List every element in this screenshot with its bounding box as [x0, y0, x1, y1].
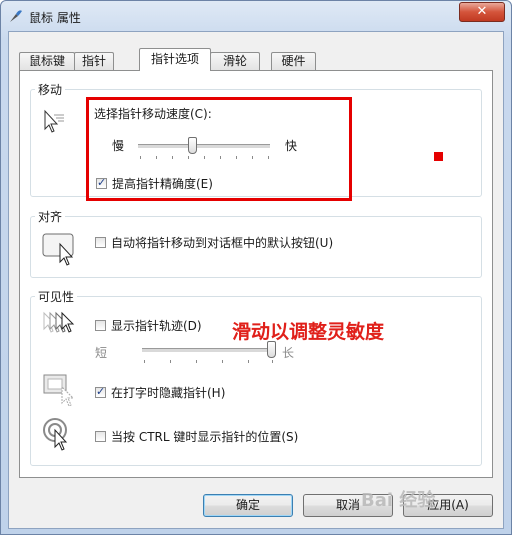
watermark-text: Bai 经验: [361, 490, 436, 511]
ctrl-location-label: 当按 CTRL 键时显示指针的位置(S): [111, 430, 299, 444]
ok-button[interactable]: 确定: [203, 494, 293, 517]
ctrl-location-checkbox[interactable]: [95, 431, 106, 442]
hide-typing-checkbox[interactable]: [95, 385, 106, 398]
pointer-speed-icon: [44, 109, 64, 133]
pointer-options-panel: 移动 选择指针移动速度(C): 慢 快 ✓ 提高指针精确度(E) 对齐 自动将指…: [19, 70, 493, 478]
trails-tick: [170, 360, 171, 363]
snap-checkbox[interactable]: [95, 237, 106, 248]
visibility-group-label: 可见性: [35, 288, 78, 305]
title-bar: 鼠标 属性 ✕: [1, 1, 511, 31]
trails-tick: [272, 360, 273, 363]
annotation-text: 滑动以调整灵敏度: [232, 321, 385, 343]
tab-buttons[interactable]: 鼠标键: [19, 52, 75, 70]
show-location-icon: [43, 418, 68, 451]
snap-label: 自动将指针移动到对话框中的默认按钮(U): [111, 236, 334, 250]
pointer-trails-icon: [43, 311, 75, 333]
dialog-body: 鼠标键 指针 指针选项 滑轮 硬件 移动 选择指针移动速度(C): 慢 快 ✓ …: [8, 31, 504, 529]
hide-typing-label: 在打字时隐藏指针(H): [111, 386, 226, 400]
hide-while-typing-icon: [43, 374, 75, 407]
trails-tick: [222, 360, 223, 363]
tab-wheel[interactable]: 滑轮: [210, 52, 260, 70]
trails-label: 显示指针轨迹(D): [111, 319, 202, 333]
trails-slider[interactable]: [142, 341, 276, 365]
trails-tick: [196, 360, 197, 363]
trails-slider-track: [142, 348, 274, 353]
highlight-box: [86, 97, 352, 201]
tab-pointers[interactable]: 指针: [74, 52, 114, 70]
trails-tick: [144, 360, 145, 363]
close-button[interactable]: ✕: [459, 2, 505, 22]
tab-pointer-options[interactable]: 指针选项: [139, 48, 211, 71]
trails-tick: [248, 360, 249, 363]
trails-checkbox[interactable]: [95, 320, 106, 331]
window-title: 鼠标 属性: [29, 11, 81, 25]
tab-hardware[interactable]: 硬件: [271, 52, 316, 70]
mouse-properties-window: 鼠标 属性 ✕ 鼠标键 指针 指针选项 滑轮 硬件 移动 选择指针移动速度(C)…: [0, 0, 512, 535]
red-dot-marker: [434, 152, 443, 161]
short-label: 短: [95, 346, 108, 360]
snap-group-label: 对齐: [35, 208, 66, 225]
long-label: 长: [282, 346, 295, 360]
snap-to-button-icon: [42, 233, 74, 266]
motion-group-label: 移动: [35, 81, 66, 98]
mouse-icon: [10, 10, 22, 22]
